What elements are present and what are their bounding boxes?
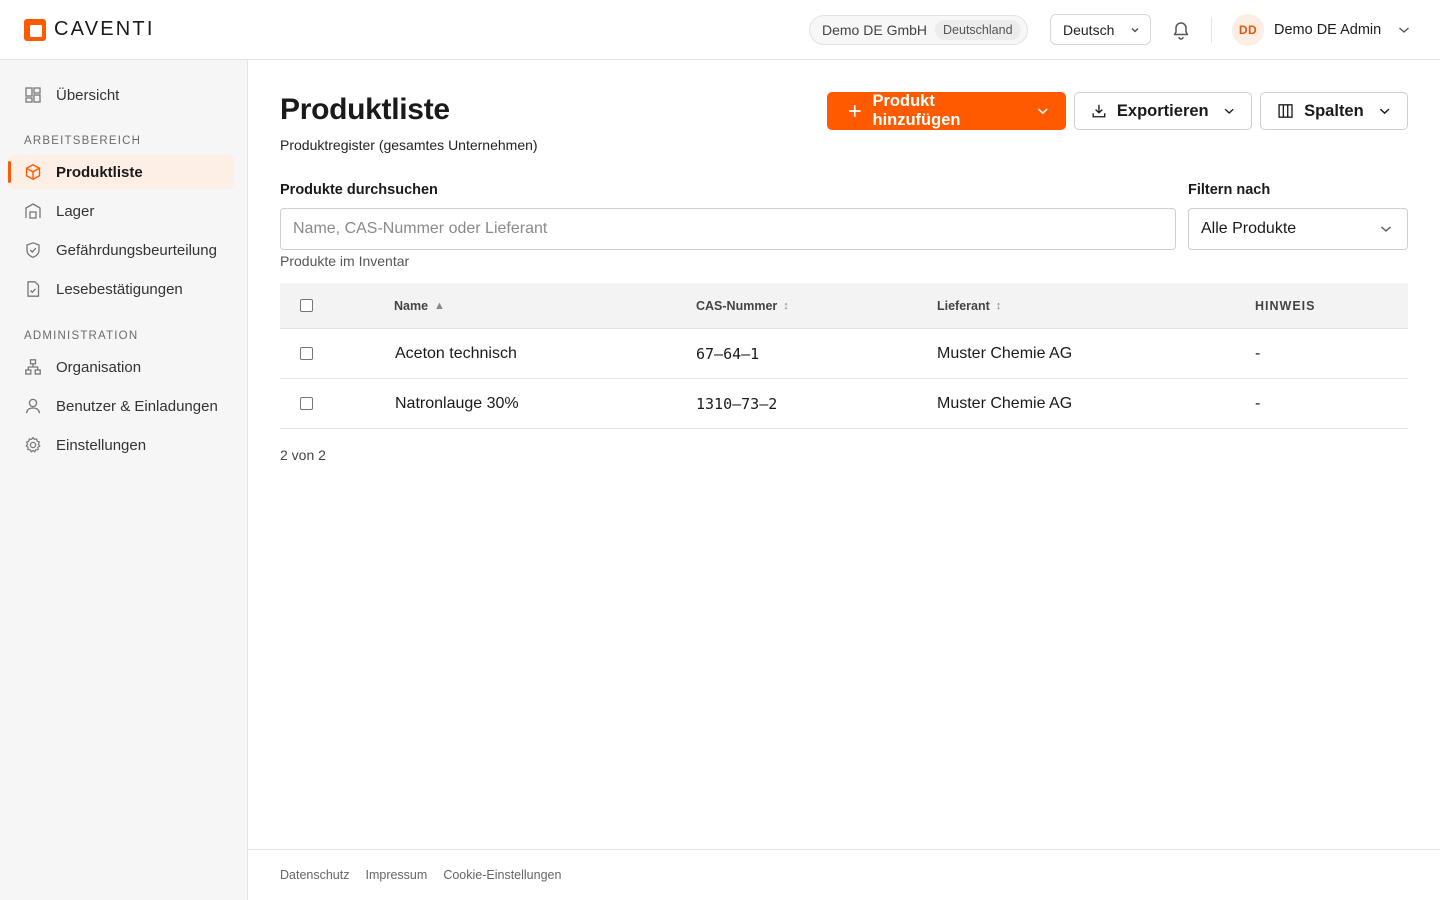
product-table: Name ▲ CAS-Nummer ↕ Lieferant ↕ HINWEIS … (280, 283, 1408, 429)
dashboard-icon (24, 86, 42, 104)
chevron-down-icon (1381, 226, 1391, 232)
sort-ascending-icon: ▲ (434, 299, 445, 312)
sidebar-item-label: Lesebestätigungen (56, 280, 183, 298)
avatar: DD (1232, 14, 1264, 46)
footer: Datenschutz Impressum Cookie-Einstellung… (248, 849, 1440, 900)
chevron-down-icon (1224, 108, 1234, 114)
shield-icon (24, 241, 42, 259)
org-chart-icon (24, 358, 42, 376)
user-icon (24, 397, 42, 415)
organization-switcher[interactable]: Demo DE GmbH Deutschland (809, 15, 1028, 45)
filter-select[interactable]: Alle Produkte (1188, 208, 1408, 250)
footer-link-cookie-settings[interactable]: Cookie-Einstellungen (443, 868, 561, 882)
footer-link-imprint[interactable]: Impressum (365, 868, 427, 882)
inventory-hint: Produkte im Inventar (280, 253, 410, 269)
column-header-label: Lieferant (937, 298, 990, 313)
bell-icon[interactable] (1170, 19, 1192, 41)
chevron-down-icon (1131, 27, 1139, 32)
sidebar-item-risk-assessment[interactable]: Gefährdungsbeurteilung (8, 233, 234, 267)
row-checkbox-cell (300, 329, 313, 378)
export-button[interactable]: Exportieren (1074, 92, 1252, 130)
top-bar: CAVENTI Demo DE GmbH Deutschland Deutsch… (0, 0, 1440, 60)
cell-name: Natronlauge 30% (395, 394, 519, 412)
columns-button[interactable]: Spalten (1260, 92, 1408, 130)
document-check-icon (24, 280, 42, 298)
sidebar: Übersicht ARBEITSBEREICH Produktliste La… (0, 60, 248, 900)
language-value: Deutsch (1063, 21, 1115, 38)
chevron-down-icon (1038, 108, 1049, 115)
language-select[interactable]: Deutsch (1050, 14, 1151, 45)
organization-country-badge: Deutschland (935, 20, 1021, 40)
sidebar-section-work: ARBEITSBEREICH (24, 135, 142, 147)
user-name: Demo DE Admin (1274, 22, 1382, 38)
sidebar-item-label: Gefährdungsbeurteilung (56, 241, 217, 259)
sort-icon: ↕ (995, 299, 1002, 312)
export-label: Exportieren (1116, 101, 1209, 120)
chevron-down-icon (1379, 108, 1390, 115)
sort-icon: ↕ (783, 299, 789, 312)
page-subtitle: Produktregister (gesamtes Unternehmen) (280, 137, 538, 153)
column-header-label: CAS-Nummer (696, 298, 778, 313)
column-header-label: HINWEIS (1255, 298, 1316, 313)
result-count: 2 von 2 (280, 447, 326, 463)
download-icon (1092, 104, 1106, 118)
table-row[interactable]: Aceton technisch 67–64–1 Muster Chemie A… (280, 329, 1408, 379)
user-menu[interactable]: DD Demo DE Admin (1232, 14, 1411, 46)
sidebar-item-users[interactable]: Benutzer & Einladungen (8, 389, 234, 423)
footer-link-privacy[interactable]: Datenschutz (280, 868, 349, 882)
sidebar-item-label: Benutzer & Einladungen (56, 397, 218, 415)
search-input[interactable] (280, 208, 1176, 250)
search-label: Produkte durchsuchen (280, 182, 438, 198)
row-checkbox[interactable] (300, 397, 313, 410)
cell-supplier: Muster Chemie AG (937, 344, 1073, 362)
sidebar-item-organisation[interactable]: Organisation (8, 350, 234, 384)
table-header: Name ▲ CAS-Nummer ↕ Lieferant ↕ HINWEIS (280, 283, 1408, 329)
chevron-down-icon (1399, 27, 1410, 33)
column-header-label: Name (394, 298, 429, 313)
logo-text: CAVENTI (54, 18, 155, 40)
filter-label: Filtern nach (1188, 182, 1271, 198)
box-icon (24, 163, 42, 181)
columns-label: Spalten (1304, 101, 1364, 120)
plus-icon (848, 105, 861, 117)
sidebar-item-product-list[interactable]: Produktliste (8, 155, 234, 189)
column-header-supplier[interactable]: Lieferant ↕ (937, 283, 1001, 328)
sidebar-item-overview[interactable]: Übersicht (8, 78, 234, 112)
header-divider (1211, 17, 1212, 43)
table-row[interactable]: Natronlauge 30% 1310–73–2 Muster Chemie … (280, 379, 1408, 429)
gear-icon (24, 436, 42, 454)
sidebar-item-settings[interactable]: Einstellungen (8, 428, 234, 462)
sidebar-item-warehouse[interactable]: Lager (8, 194, 234, 228)
select-all-checkbox[interactable] (300, 299, 313, 312)
warehouse-icon (24, 202, 42, 220)
row-checkbox[interactable] (300, 347, 313, 360)
sidebar-item-label: Einstellungen (56, 436, 147, 454)
cell-cas: 1310–73–2 (696, 394, 778, 413)
add-product-label: Produkt hinzufügen (872, 92, 961, 129)
column-header-note: HINWEIS (1255, 283, 1315, 328)
cell-supplier: Muster Chemie AG (937, 394, 1073, 412)
sidebar-item-label: Übersicht (56, 86, 120, 104)
column-header-name[interactable]: Name ▲ (394, 283, 445, 328)
sidebar-item-label: Produktliste (56, 163, 143, 181)
columns-icon (1278, 104, 1293, 118)
column-header-cas[interactable]: CAS-Nummer ↕ (696, 283, 789, 328)
sidebar-section-admin: ADMINISTRATION (24, 330, 139, 342)
sidebar-item-read-confirmations[interactable]: Lesebestätigungen (8, 272, 234, 306)
filter-value: Alle Produkte (1201, 220, 1297, 237)
select-all-checkbox-cell (300, 283, 313, 328)
sidebar-item-label: Organisation (56, 358, 142, 376)
cell-note: - (1255, 344, 1261, 362)
cell-name: Aceton technisch (395, 344, 517, 362)
row-checkbox-cell (300, 379, 313, 428)
organization-name: Demo DE GmbH (822, 22, 928, 38)
page-title: Produktliste (280, 93, 450, 126)
logo-mark-icon (24, 18, 46, 41)
sidebar-item-label: Lager (56, 202, 95, 220)
logo[interactable]: CAVENTI (24, 18, 155, 41)
cell-cas: 67–64–1 (696, 344, 760, 363)
add-product-button[interactable]: Produkt hinzufügen (827, 92, 1066, 130)
cell-note: - (1255, 394, 1261, 412)
